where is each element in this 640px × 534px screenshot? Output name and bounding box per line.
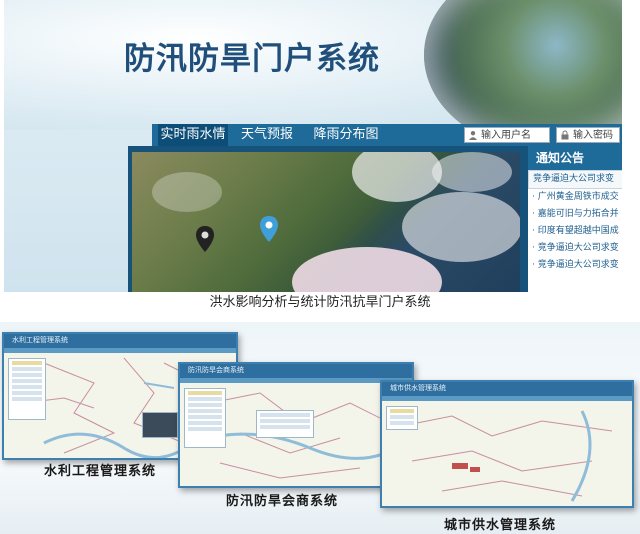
system-name-flood-consult: 防汛防旱会商系统: [226, 494, 339, 509]
notice-panel: 通知公告 竞争逼迫大公司求变 · 广州黄金周铁市成交 · 嘉能可旧与力拓合并 ·…: [524, 146, 622, 292]
notice-item[interactable]: · 嘉能可旧与力拓合并: [528, 206, 622, 223]
username-field[interactable]: 输入用户名: [464, 127, 550, 143]
system-name-water-project: 水利工程管理系统: [44, 464, 157, 479]
notice-item[interactable]: · 竞争逼迫大公司求变: [528, 240, 622, 257]
water-supply-window: 城市供水管理系统: [380, 380, 634, 508]
legend-panel: [386, 406, 418, 430]
location-pin-icon[interactable]: [196, 226, 214, 252]
tab-realtime-rain[interactable]: 实时雨水情: [158, 124, 228, 148]
layer-list-panel: [8, 358, 46, 420]
username-placeholder: 输入用户名: [481, 130, 531, 141]
portal-title: 防汛防旱门户系统: [124, 41, 380, 77]
notice-item[interactable]: · 广州黄金周铁市成交: [528, 189, 622, 206]
main-nav: 实时雨水情 天气预报 降雨分布图 输入用户名 输入密码: [152, 124, 622, 148]
portal-screenshot: 防汛防旱门户系统 实时雨水情 天气预报 降雨分布图 输入用户名 输入密码 通知公…: [4, 0, 622, 292]
station-list-panel: [184, 388, 226, 448]
info-popup: [256, 410, 314, 438]
notice-item[interactable]: · 印度有望超越中国成: [528, 223, 622, 240]
lock-icon: [561, 130, 569, 140]
user-icon: [469, 131, 477, 140]
location-pin-icon[interactable]: [260, 216, 278, 242]
window-title: 水利工程管理系统: [12, 336, 68, 344]
satellite-rain-map[interactable]: [132, 152, 520, 292]
tab-rainfall-map[interactable]: 降雨分布图: [306, 124, 386, 146]
password-field[interactable]: 输入密码: [556, 127, 620, 143]
portal-caption: 洪水影响分析与统计防汛抗旱门户系统: [209, 295, 431, 310]
flood-consult-window: 防汛防旱会商系统: [178, 362, 414, 488]
window-title: 防汛防旱会商系统: [188, 366, 244, 374]
window-title: 城市供水管理系统: [390, 384, 446, 392]
password-placeholder: 输入密码: [573, 130, 613, 141]
tab-weather-forecast[interactable]: 天气预报: [232, 124, 302, 146]
notice-item[interactable]: 竞争逼迫大公司求变: [528, 170, 622, 189]
popup-thumbnail: [142, 412, 178, 438]
district-map: [382, 401, 632, 506]
notice-item[interactable]: · 竞争逼迫大公司求变: [528, 257, 622, 274]
systems-banner: 水利工程管理系统 防汛防旱会商系统 城市供水管理系统 水利工程管理系统 防汛防旱…: [0, 322, 640, 534]
notice-title: 通知公告: [528, 146, 622, 170]
system-name-water-supply: 城市供水管理系统: [444, 518, 557, 533]
